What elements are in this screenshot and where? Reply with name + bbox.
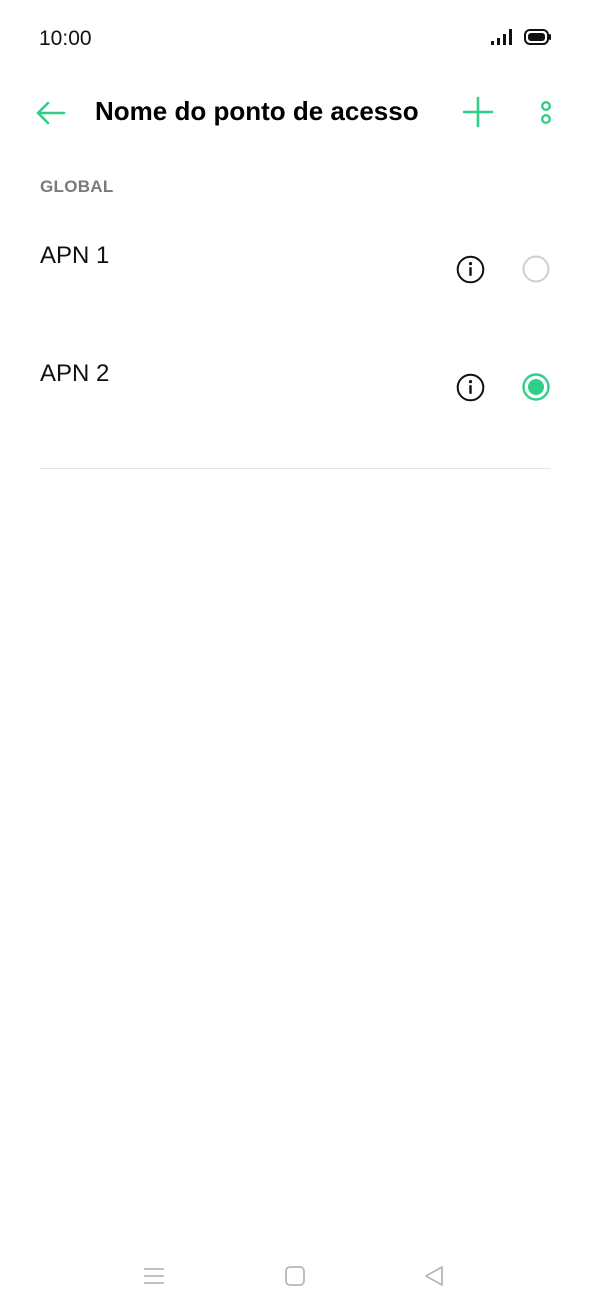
radio-checked-icon [522, 373, 550, 401]
section-header-global: GLOBAL [40, 177, 114, 196]
add-apn-button[interactable] [458, 92, 498, 132]
signal-icon [491, 29, 512, 45]
home-icon [285, 1266, 305, 1286]
system-back-button[interactable] [421, 1263, 447, 1289]
info-icon [456, 255, 485, 284]
apn-info-button[interactable] [456, 373, 485, 402]
back-button[interactable] [32, 94, 70, 132]
app-bar: Nome do ponto de acesso [0, 78, 590, 148]
apn-row[interactable]: APN 2 [0, 340, 590, 458]
back-triangle-icon [425, 1266, 443, 1286]
info-icon [456, 373, 485, 402]
more-options-button[interactable] [530, 92, 562, 132]
arrow-left-icon [36, 101, 66, 125]
more-vertical-icon [540, 100, 551, 125]
apn-row[interactable]: APN 1 [0, 222, 590, 340]
battery-icon [524, 29, 551, 45]
apn-info-button[interactable] [456, 255, 485, 284]
status-icons [490, 28, 552, 46]
menu-icon [144, 1268, 164, 1284]
apn-label: APN 2 [40, 360, 110, 387]
navigation-bar [0, 1250, 590, 1302]
home-button[interactable] [282, 1263, 308, 1289]
status-time: 10:00 [39, 27, 92, 50]
plus-icon [462, 96, 494, 128]
apn-label: APN 1 [40, 242, 110, 269]
list-divider [40, 468, 551, 469]
status-bar: 10:00 [0, 0, 590, 78]
page-title: Nome do ponto de acesso [95, 96, 419, 126]
radio-unchecked-icon [522, 255, 550, 283]
recents-button[interactable] [141, 1263, 167, 1289]
apn-radio-selected[interactable] [521, 372, 551, 402]
apn-radio-unselected[interactable] [521, 254, 551, 284]
